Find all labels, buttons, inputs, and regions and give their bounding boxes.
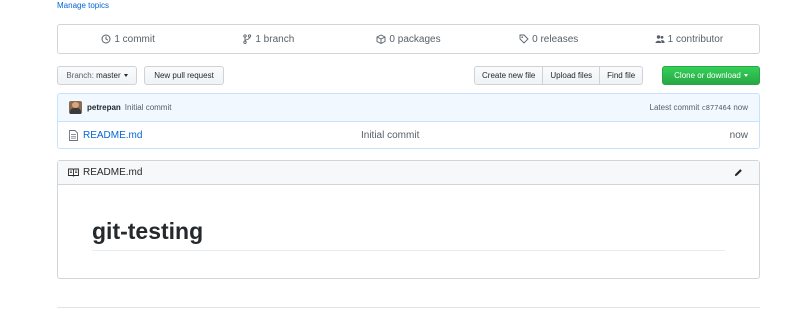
new-pull-request-button[interactable]: New pull request (144, 66, 224, 85)
tag-icon (519, 34, 529, 44)
branches-count-link[interactable]: 1 branch (198, 34, 338, 45)
file-icon (69, 130, 78, 141)
commit-message-link[interactable]: Initial commit (125, 103, 172, 112)
commit-author-link[interactable]: petrepan (87, 103, 121, 112)
people-icon (655, 35, 665, 43)
file-navigation: Branch: master New pull request Create n… (57, 66, 760, 86)
releases-count-link[interactable]: 0 releases (479, 34, 619, 45)
branches-count-label: 1 branch (255, 33, 295, 45)
clone-or-download-button[interactable]: Clone or download (662, 66, 760, 85)
latest-commit-prefix: Latest commit (649, 103, 700, 112)
chevron-down-icon (123, 74, 128, 77)
file-commit-message-link[interactable]: Initial commit (361, 130, 419, 141)
readme-title: git-testing (92, 218, 725, 251)
upload-files-button[interactable]: Upload files (542, 66, 601, 85)
chevron-down-icon (743, 74, 748, 77)
clone-or-download-label: Clone or download (674, 71, 741, 80)
book-icon (68, 168, 79, 177)
readme-box: README.md git-testing (57, 160, 760, 279)
repo-numbers-summary: 1 commit 1 branch 0 packages 0 releases … (57, 24, 760, 54)
pencil-icon[interactable] (733, 168, 744, 177)
table-row: README.md Initial commit now (58, 122, 759, 148)
contributors-count-link[interactable]: 1 contributor (619, 34, 759, 45)
file-table: petrepan Initial commit Latest commit c8… (57, 93, 760, 149)
branch-name: master (96, 71, 121, 80)
releases-count-label: 0 releases (532, 33, 579, 45)
branch-select-button[interactable]: Branch: master (57, 66, 137, 85)
commit-sha-link[interactable]: c877464 (702, 104, 732, 112)
commits-count-label: 1 commit (114, 33, 155, 45)
latest-commit-age: now (733, 103, 748, 112)
file-actions-group: Create new file Upload files Find file (474, 66, 644, 85)
manage-topics-link[interactable]: Manage topics (57, 1, 109, 10)
branch-prefix: Branch: (66, 71, 94, 80)
contributors-count-label: 1 contributor (667, 33, 724, 45)
create-new-file-button[interactable]: Create new file (474, 66, 544, 85)
file-age: now (729, 130, 748, 141)
avatar[interactable] (69, 101, 82, 114)
branch-icon (243, 34, 252, 44)
file-name-link[interactable]: README.md (83, 130, 142, 141)
latest-commit-info: Latest commit c877464 now (650, 103, 748, 112)
readme-content: git-testing (58, 185, 759, 251)
readme-header: README.md (58, 161, 759, 185)
packages-count-label: 0 packages (389, 33, 441, 45)
find-file-button[interactable]: Find file (599, 66, 644, 85)
latest-commit-bar: petrepan Initial commit Latest commit c8… (58, 94, 759, 122)
packages-count-link[interactable]: 0 packages (338, 34, 478, 45)
commits-count-link[interactable]: 1 commit (58, 34, 198, 45)
history-icon (101, 34, 111, 44)
readme-filename: README.md (83, 167, 143, 178)
package-icon (376, 34, 386, 44)
divider (57, 307, 760, 308)
